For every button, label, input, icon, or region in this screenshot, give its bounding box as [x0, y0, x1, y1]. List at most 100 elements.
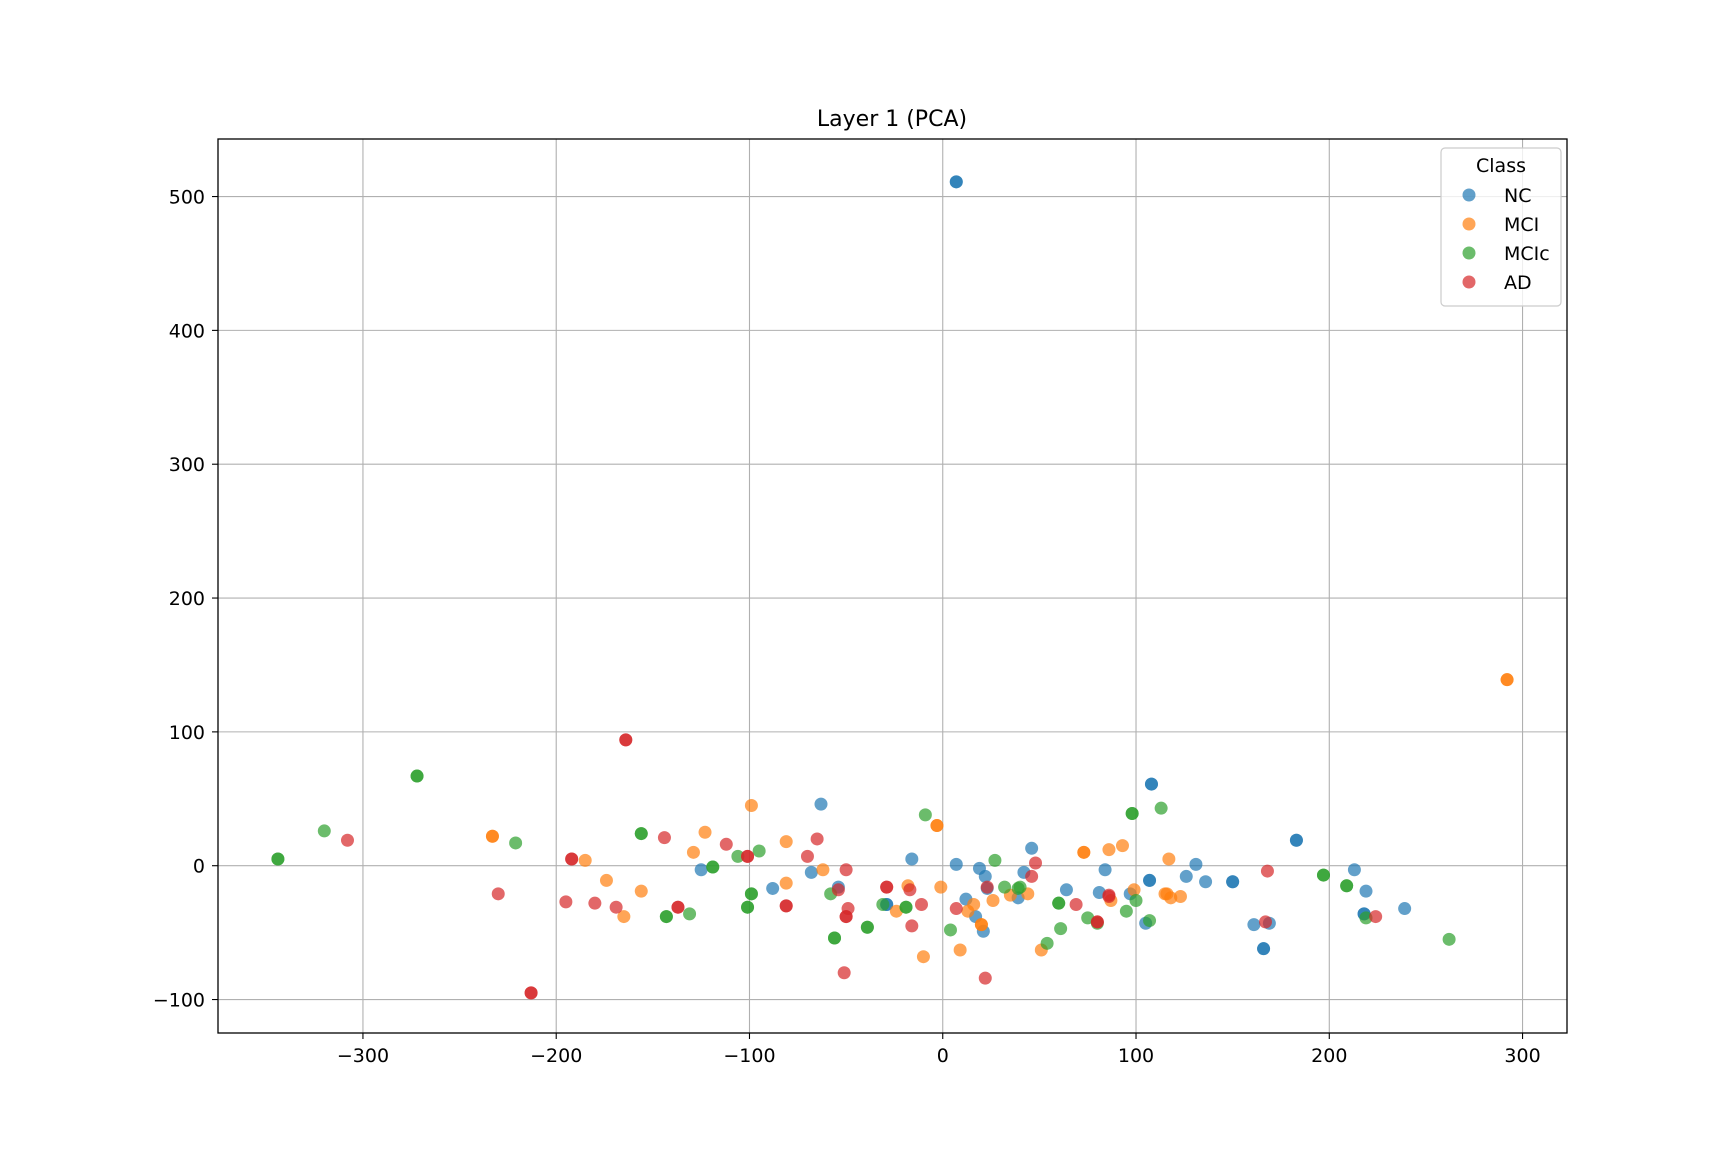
data-point [1369, 910, 1383, 924]
data-point [1143, 873, 1157, 887]
data-point [779, 876, 793, 890]
data-point [831, 883, 845, 897]
data-point [657, 831, 671, 845]
data-point [509, 836, 523, 850]
data-point [880, 880, 894, 894]
data-point [1247, 918, 1261, 932]
data-point [524, 986, 538, 1000]
data-point [949, 902, 963, 916]
data-point [986, 894, 1000, 908]
x-tick-label: −300 [337, 1045, 389, 1067]
data-point [752, 844, 766, 858]
x-tick-label: −200 [530, 1045, 582, 1067]
data-point [1500, 673, 1514, 687]
data-point [841, 902, 855, 916]
data-point [317, 824, 331, 838]
data-point [1054, 922, 1068, 936]
data-point [914, 898, 928, 912]
legend-title: Class [1476, 155, 1526, 177]
x-tick-label: 100 [1118, 1045, 1154, 1067]
data-point [1144, 777, 1158, 791]
data-point [634, 884, 648, 898]
data-point [1129, 894, 1143, 908]
data-point [814, 797, 828, 811]
x-tick-label: −100 [723, 1045, 775, 1067]
data-point [916, 950, 930, 964]
data-point [599, 873, 613, 887]
data-point [491, 887, 505, 901]
data-point [1154, 801, 1168, 815]
data-point [1029, 856, 1043, 870]
data-point [943, 923, 957, 937]
data-point [1442, 932, 1456, 946]
data-point [1059, 883, 1073, 897]
data-point [1013, 880, 1027, 894]
data-point [800, 849, 814, 863]
data-point [578, 853, 592, 867]
data-point [1069, 898, 1083, 912]
data-point [683, 907, 697, 921]
data-point [1162, 852, 1176, 866]
x-tick-label: 0 [937, 1045, 949, 1067]
data-point [706, 860, 720, 874]
y-tick-label: 200 [169, 588, 205, 610]
data-point [1052, 896, 1066, 910]
data-point [1173, 889, 1187, 903]
data-point [779, 835, 793, 849]
legend-label: AD [1504, 272, 1532, 294]
data-point [744, 798, 758, 812]
data-point [1025, 869, 1039, 883]
plot-background [218, 139, 1567, 1033]
data-point [967, 898, 981, 912]
data-point [1090, 915, 1104, 929]
data-point [1316, 868, 1330, 882]
data-point [934, 880, 948, 894]
data-point [1257, 942, 1271, 956]
data-point [980, 880, 994, 894]
data-point [698, 825, 712, 839]
data-point [766, 881, 780, 895]
data-point [659, 910, 673, 924]
data-point [899, 900, 913, 914]
data-point [485, 829, 499, 843]
data-point [588, 896, 602, 910]
legend-marker [1462, 188, 1476, 202]
data-point [1077, 845, 1091, 859]
data-point [953, 943, 967, 957]
data-point [978, 971, 992, 985]
data-point [949, 175, 963, 189]
data-point [686, 845, 700, 859]
data-point [998, 880, 1012, 894]
y-tick-label: −100 [153, 990, 205, 1012]
data-point [565, 852, 579, 866]
data-point [988, 853, 1002, 867]
data-point [828, 931, 842, 945]
data-point [694, 863, 708, 877]
data-point [1102, 889, 1116, 903]
data-point [671, 900, 685, 914]
data-point [1115, 839, 1129, 853]
data-point [974, 918, 988, 932]
y-tick-label: 100 [169, 722, 205, 744]
scatter-chart: Layer 1 (PCA) −300 −200 −100 0 100 200 300 −100… [153, 107, 1568, 1067]
data-point [1398, 902, 1412, 916]
data-point [1259, 915, 1273, 929]
data-point [634, 827, 648, 841]
data-point [876, 898, 890, 912]
data-point [1143, 914, 1157, 928]
data-point [905, 919, 919, 933]
data-point [779, 899, 793, 913]
data-point [744, 887, 758, 901]
data-point [1260, 864, 1274, 878]
data-point [1189, 857, 1203, 871]
legend-label: MCIc [1504, 243, 1550, 265]
data-point [271, 852, 285, 866]
data-point [810, 832, 824, 846]
data-point [1359, 884, 1373, 898]
y-tick-label: 300 [169, 454, 205, 476]
x-tick-label: 200 [1311, 1045, 1347, 1067]
data-point [1347, 863, 1361, 877]
data-point [1340, 879, 1354, 893]
data-point [804, 865, 818, 879]
y-tick-label: 500 [169, 187, 205, 209]
